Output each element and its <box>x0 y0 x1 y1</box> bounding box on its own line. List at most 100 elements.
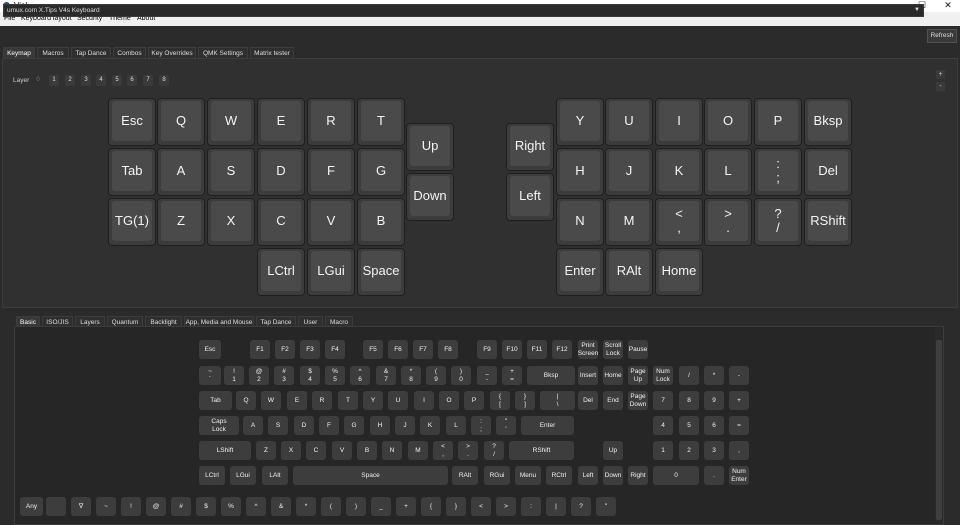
picker-key[interactable]: ! 1 <box>224 366 244 385</box>
picker-key[interactable]: F3 <box>300 340 320 359</box>
picker-key[interactable]: N <box>382 441 402 460</box>
picker-key[interactable]: > <box>496 497 516 516</box>
picker-key[interactable]: Right <box>628 466 648 485</box>
picker-key[interactable]: $ 4 <box>300 366 320 385</box>
picker-key[interactable]: LShift <box>199 441 251 460</box>
keymap-key[interactable]: Y <box>556 98 604 146</box>
picker-key[interactable]: : <box>521 497 541 516</box>
keymap-key[interactable]: Up <box>406 123 454 171</box>
picker-key[interactable]: = <box>729 416 749 435</box>
keymap-key[interactable]: Tab <box>108 148 156 196</box>
picker-key[interactable]: Del <box>578 391 598 410</box>
keymap-key[interactable]: Q <box>157 98 205 146</box>
picker-key[interactable]: 8 <box>679 391 699 410</box>
picker-key[interactable]: Up <box>603 441 623 460</box>
picker-key[interactable]: LCtrl <box>199 466 225 485</box>
keymap-key[interactable]: C <box>257 198 305 246</box>
picker-key[interactable]: " <box>596 497 616 516</box>
picker-key[interactable]: A <box>243 416 263 435</box>
picker-key[interactable]: L <box>446 416 466 435</box>
picker-key[interactable]: / <box>679 366 699 385</box>
picker-key[interactable]: ? <box>571 497 591 516</box>
keymap-key[interactable]: O <box>704 98 752 146</box>
picker-key[interactable]: ( <box>321 497 341 516</box>
device-select[interactable]: umux.com X.Tips V4s Keyboard ▼ <box>3 4 924 17</box>
picker-key[interactable]: RShift <box>509 441 574 460</box>
keymap-key[interactable]: U <box>605 98 653 146</box>
picker-key[interactable]: 6 <box>704 416 724 435</box>
picker-key[interactable]: Page Up <box>628 366 648 385</box>
picker-key[interactable]: @ 2 <box>249 366 269 385</box>
layer-button-4[interactable]: 4 <box>96 75 106 86</box>
picker-key[interactable]: $ <box>196 497 216 516</box>
picker-key[interactable]: Home <box>603 366 623 385</box>
picker-key[interactable]: M <box>408 441 428 460</box>
picker-key[interactable]: F11 <box>527 340 547 359</box>
zoom-in-button[interactable]: + <box>936 70 945 79</box>
picker-key[interactable]: + <box>396 497 416 516</box>
keymap-key[interactable]: Bksp <box>804 98 852 146</box>
keymap-key[interactable]: Z <box>157 198 205 246</box>
picker-key[interactable]: < <box>471 497 491 516</box>
picker-key[interactable]: C <box>306 441 326 460</box>
picker-key[interactable]: Z <box>256 441 276 460</box>
picker-key[interactable]: F5 <box>363 340 383 359</box>
picker-key[interactable]: ^ 6 <box>350 366 370 385</box>
picker-key[interactable]: U <box>388 391 408 410</box>
keymap-key[interactable]: K <box>655 148 703 196</box>
picker-key[interactable]: End <box>603 391 623 410</box>
picker-key[interactable]: % <box>221 497 241 516</box>
picker-scrollbar[interactable] <box>935 328 943 523</box>
picker-key[interactable]: 3 <box>704 441 724 460</box>
keymap-key[interactable]: Left <box>506 173 554 221</box>
layer-button-8[interactable]: 8 <box>159 75 169 86</box>
keymap-key[interactable]: M <box>605 198 653 246</box>
picker-key[interactable]: } ] <box>515 391 535 410</box>
picker-key[interactable]: D <box>294 416 314 435</box>
picker-key[interactable]: Tab <box>199 391 232 410</box>
keymap-key[interactable]: D <box>257 148 305 196</box>
picker-key[interactable]: & <box>271 497 291 516</box>
keymap-key[interactable]: G <box>357 148 405 196</box>
picker-key[interactable]: - <box>729 366 749 385</box>
keymap-key[interactable]: R <box>307 98 355 146</box>
keymap-key[interactable]: Home <box>655 248 703 296</box>
layer-button-2[interactable]: 2 <box>65 75 75 86</box>
picker-key[interactable]: E <box>287 391 307 410</box>
keymap-key[interactable]: Esc <box>108 98 156 146</box>
picker-key[interactable]: Num Lock <box>653 366 673 385</box>
picker-key[interactable]: Enter <box>521 416 574 435</box>
picker-key[interactable]: W <box>261 391 281 410</box>
picker-key[interactable]: * <box>296 497 316 516</box>
picker-key[interactable]: Bksp <box>527 366 575 385</box>
picker-key[interactable]: 9 <box>704 391 724 410</box>
picker-key[interactable]: F6 <box>388 340 408 359</box>
picker-key[interactable]: # 3 <box>274 366 294 385</box>
picker-key[interactable]: ~ ` <box>199 366 221 385</box>
keymap-key[interactable]: X <box>207 198 255 246</box>
keymap-key[interactable]: L <box>704 148 752 196</box>
keymap-key[interactable]: B <box>357 198 405 246</box>
picker-key[interactable]: Q <box>236 391 256 410</box>
close-button[interactable]: ✕ <box>934 0 960 12</box>
keymap-key[interactable]: TG(1) <box>108 198 156 246</box>
picker-key[interactable]: Esc <box>199 340 221 359</box>
layer-button-5[interactable]: 5 <box>112 75 122 86</box>
picker-key[interactable]: G <box>344 416 364 435</box>
picker-key[interactable]: ~ <box>96 497 116 516</box>
keymap-key[interactable]: LGui <box>307 248 355 296</box>
picker-key[interactable]: F4 <box>325 340 345 359</box>
layer-button-3[interactable]: 3 <box>81 75 91 86</box>
keymap-key[interactable]: LCtrl <box>257 248 305 296</box>
zoom-out-button[interactable]: - <box>936 82 945 91</box>
picker-key[interactable]: RGui <box>484 466 510 485</box>
picker-key[interactable]: @ <box>146 497 166 516</box>
picker-key[interactable]: RCtrl <box>546 466 572 485</box>
picker-key[interactable]: 1 <box>653 441 673 460</box>
picker-key[interactable]: # <box>171 497 191 516</box>
picker-key[interactable]: Print Screen <box>578 340 598 359</box>
picker-key[interactable]: < , <box>433 441 453 460</box>
picker-key[interactable]: S <box>268 416 288 435</box>
picker-key[interactable]: Y <box>363 391 383 410</box>
layer-button-7[interactable]: 7 <box>143 75 153 86</box>
